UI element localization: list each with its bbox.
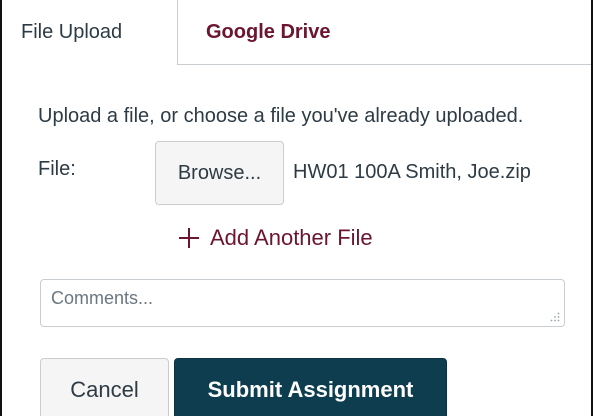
submission-panel: File Upload Google Drive Upload a file, …: [0, 0, 593, 416]
upload-tabs: File Upload Google Drive: [2, 0, 591, 65]
tab-file-upload[interactable]: File Upload: [2, 0, 178, 65]
cancel-button[interactable]: Cancel: [40, 358, 169, 416]
add-another-file-link[interactable]: Add Another File: [178, 223, 373, 253]
comments-box: [40, 279, 565, 327]
selected-file-name: HW01 100A Smith, Joe.zip: [293, 161, 531, 183]
submit-assignment-button[interactable]: Submit Assignment: [174, 358, 447, 416]
browse-button[interactable]: Browse...: [155, 141, 284, 205]
plus-icon: [179, 228, 199, 248]
add-another-file-label: Add Another File: [210, 225, 373, 250]
comments-field[interactable]: [41, 280, 564, 326]
file-label: File:: [38, 158, 76, 180]
tab-google-drive[interactable]: Google Drive: [178, 0, 338, 64]
upload-prompt: Upload a file, or choose a file you've a…: [38, 105, 524, 127]
resize-grip-icon[interactable]: [550, 312, 560, 322]
